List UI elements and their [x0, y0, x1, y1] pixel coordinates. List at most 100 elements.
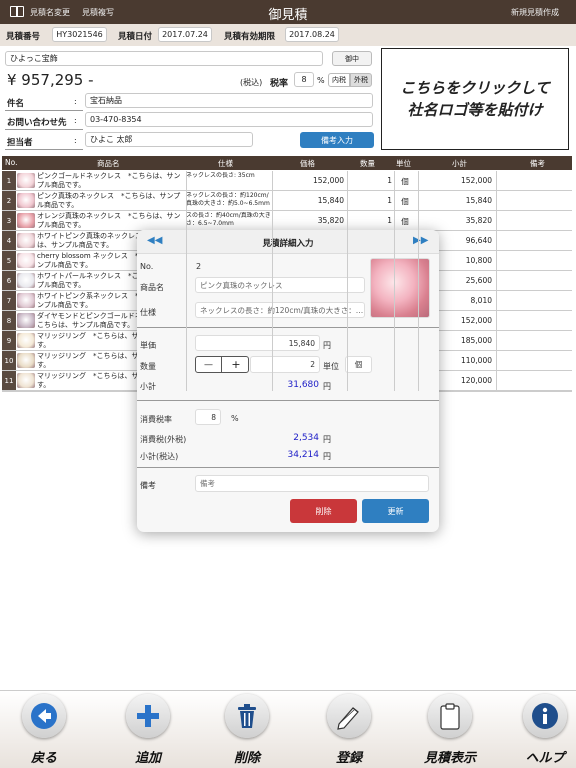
subject-colon: : — [74, 97, 77, 106]
plus-icon — [126, 694, 170, 738]
col-name: 商品名 — [97, 159, 120, 168]
modal-divider-3 — [137, 467, 439, 468]
delete-button[interactable]: 削除 — [207, 691, 287, 768]
logo-paste-area[interactable]: こちらをクリックして 社名ロゴ等を貼付け — [381, 48, 569, 150]
modal-name-field[interactable]: ピンク真珠のネックレス — [195, 277, 365, 293]
view-quote-button[interactable]: 見積表示 — [410, 691, 490, 768]
row-qty: 1 — [387, 196, 392, 205]
product-thumbnail — [17, 313, 35, 328]
update-item-button[interactable]: 更新 — [362, 499, 429, 523]
modal-spec-field[interactable]: ネックレスの長さ：約120cm/真珠の大きさ：… — [195, 302, 365, 318]
back-arrow-icon — [22, 694, 66, 738]
page-title: 御見積 — [268, 8, 308, 23]
modal-qty-field[interactable]: 2 — [250, 356, 320, 373]
add-button[interactable]: 追加 — [108, 691, 188, 768]
modal-tax-value: 2,534 — [293, 433, 319, 443]
modal-name-label: 商品名 — [140, 283, 164, 292]
bottom-toolbar: 戻る 追加 削除 登録 見積表示 ヘルプ — [0, 690, 576, 768]
modal-divider-2 — [137, 400, 439, 401]
outer-tax-toggle[interactable]: 外税 — [350, 73, 372, 87]
row-subtotal: 15,840 — [465, 196, 492, 205]
modal-no-value: 2 — [196, 262, 202, 271]
trash-icon — [225, 694, 269, 738]
row-qty: 1 — [387, 216, 392, 225]
row-no: 4 — [2, 231, 16, 250]
product-thumbnail — [17, 373, 35, 388]
honorific-button[interactable]: 御中 — [332, 51, 372, 66]
table-row[interactable]: 1 ピンクゴールドネックレス *こちらは、サンプル商品です。 ネックレスの長さ: 3… — [2, 171, 572, 191]
col-note: 備考 — [530, 159, 545, 168]
modal-tax-label: 消費税(外税) — [140, 435, 187, 444]
tax-percent: % — [317, 76, 325, 85]
modal-taxrate-label: 消費税率 — [140, 415, 172, 424]
column-divider — [418, 171, 419, 391]
help-button[interactable]: ヘルプ — [505, 691, 576, 768]
help-label: ヘルプ — [525, 751, 565, 766]
col-no: No. — [5, 158, 18, 167]
tax-rate-field[interactable]: 8 — [294, 72, 314, 87]
note-input-button[interactable]: 備考入力 — [300, 132, 374, 148]
row-no: 2 — [2, 191, 16, 210]
row-no: 3 — [2, 211, 16, 230]
row-unit: 個 — [401, 217, 409, 226]
row-unit: 個 — [401, 177, 409, 186]
quote-date-field[interactable]: 2017.07.24 — [158, 27, 212, 42]
modal-note-label: 備考 — [140, 481, 156, 490]
modal-subtotal-value: 31,680 — [287, 380, 320, 390]
col-price: 価格 — [300, 159, 315, 168]
quote-no-label: 見積番号 — [6, 32, 41, 42]
valid-date-field[interactable]: 2017.08.24 — [285, 27, 339, 42]
person-field[interactable]: ひよこ 太郎 — [85, 132, 253, 147]
modal-total-value: 34,214 — [287, 450, 320, 460]
modal-taxrate-field[interactable]: 8 — [195, 409, 221, 425]
customer-name-field[interactable]: ひよっこ宝飾 — [5, 51, 323, 66]
product-thumbnail — [17, 273, 35, 288]
row-no: 7 — [2, 291, 16, 310]
register-button[interactable]: 登録 — [309, 691, 389, 768]
row-name: ピンク真珠のネックレス *こちらは、サンプル商品です。 — [37, 192, 181, 209]
contact-field[interactable]: 03-470-8354 — [85, 112, 373, 127]
quote-no-field[interactable]: HY3021546 — [52, 27, 107, 42]
column-divider — [394, 171, 395, 391]
col-unit: 単位 — [396, 159, 411, 168]
view-quote-label: 見積表示 — [423, 751, 476, 766]
modal-taxrate-percent: % — [231, 414, 239, 423]
qty-plus-button[interactable]: + — [223, 357, 249, 372]
top-bar: 見積名変更 見積複写 御見積 新規見積作成 — [0, 0, 576, 24]
delete-item-button[interactable]: 削除 — [290, 499, 357, 523]
modal-note-field[interactable] — [195, 475, 429, 492]
row-price: 15,840 — [317, 196, 344, 205]
pencil-icon — [327, 694, 371, 738]
product-thumbnail — [17, 193, 35, 208]
qty-minus-button[interactable]: — — [196, 357, 222, 372]
col-subtotal: 小計 — [452, 159, 467, 168]
tax-incl-label: (税込) — [240, 78, 263, 87]
person-colon: : — [74, 136, 77, 145]
column-divider — [347, 171, 348, 391]
modal-price-field[interactable]: 15,840 — [195, 335, 320, 351]
table-row[interactable]: 3 オレンジ真珠のネックレス *こちらは、サンプル商品です。 スの長さ：約40cm/… — [2, 211, 572, 231]
inner-tax-toggle[interactable]: 内税 — [328, 73, 350, 87]
col-spec: 仕様 — [218, 159, 233, 168]
table-row[interactable]: 2 ピンク真珠のネックレス *こちらは、サンプル商品です。 ネックレスの長さ：約12… — [2, 191, 572, 211]
row-price: 35,820 — [317, 216, 344, 225]
product-image[interactable] — [370, 258, 430, 318]
subject-field[interactable]: 宝石納品 — [85, 93, 373, 108]
row-spec: ネックレスの長さ: 35cm — [186, 172, 255, 179]
contact-label: お問い合わせ先 — [7, 118, 67, 128]
new-quote-link[interactable]: 新規見積作成 — [511, 7, 559, 18]
row-unit: 個 — [401, 197, 409, 206]
next-item-button[interactable]: ▶▶ — [413, 235, 428, 246]
customer-panel: ひよっこ宝飾 御中 ¥ 957,295 - (税込) 税率 8 % 内税 外税 … — [2, 47, 378, 151]
info-icon — [523, 694, 567, 738]
product-thumbnail — [17, 293, 35, 308]
add-label: 追加 — [134, 751, 161, 766]
row-spec: スの長さ：約40cm/真珠の大きさ：6.5~7.0mm — [186, 212, 271, 227]
back-button[interactable]: 戻る — [4, 691, 84, 768]
row-no: 6 — [2, 271, 16, 290]
row-no: 11 — [2, 371, 16, 390]
modal-unit-field[interactable]: 個 — [345, 356, 372, 373]
row-no: 8 — [2, 311, 16, 330]
modal-tax-yen: 円 — [323, 435, 331, 444]
clipboard-icon — [428, 694, 472, 738]
